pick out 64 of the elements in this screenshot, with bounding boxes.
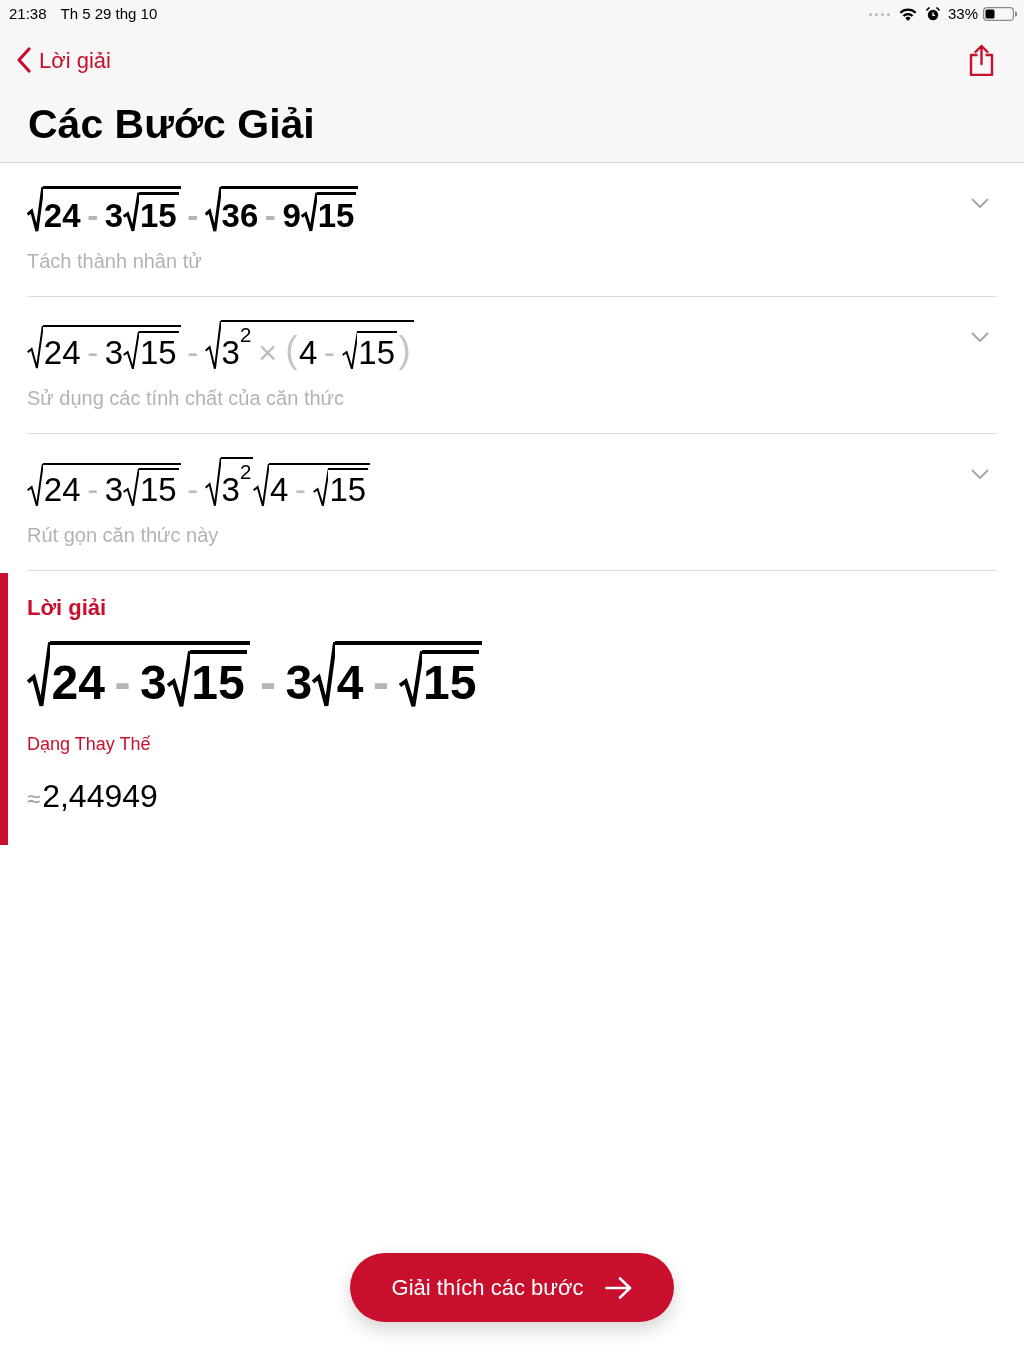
step-description: Tách thành nhân tử	[27, 248, 202, 273]
operator-sign: -	[187, 335, 199, 369]
math-term: 15	[329, 473, 367, 507]
share-icon[interactable]	[969, 44, 994, 76]
math-term: 15	[358, 335, 396, 369]
explain-steps-button[interactable]: Giải thích các bước	[350, 1253, 674, 1322]
operator-sign: -	[295, 473, 306, 507]
operator-sign: -	[259, 658, 276, 707]
status-time: 21:38	[9, 3, 47, 24]
parenthesis: )	[398, 331, 411, 369]
math-term: 24	[43, 335, 81, 369]
math-term: 3	[104, 335, 124, 369]
signal-dots-icon	[868, 12, 890, 16]
operator-sign: -	[187, 473, 199, 507]
operator-sign: -	[187, 198, 199, 232]
math-term: 15	[139, 198, 177, 232]
operator-sign: -	[264, 198, 276, 232]
math-term: 15	[423, 658, 477, 707]
chevron-down-icon[interactable]	[971, 331, 989, 343]
status-date: Th 5 29 thg 10	[60, 3, 158, 24]
math-term: 3	[140, 658, 167, 707]
chevron-down-icon[interactable]	[971, 468, 989, 480]
wifi-icon	[898, 7, 917, 21]
battery-icon	[983, 7, 1017, 21]
step-description: Sử dụng các tính chất của căn thức	[27, 385, 344, 410]
section-label: Lời giải	[27, 595, 107, 622]
arrow-right-icon	[605, 1276, 633, 1299]
exponent: 2	[239, 462, 252, 486]
operator-sign: -	[323, 335, 335, 369]
math-term: 15	[139, 335, 177, 369]
alternate-form-label: Dạng Thay Thế	[27, 732, 151, 755]
math-term: 4	[336, 658, 364, 707]
math-term: 3	[104, 198, 124, 232]
exponent: 2	[239, 324, 252, 348]
math-term: 3	[285, 658, 313, 707]
math-term: 3	[221, 473, 240, 507]
math-term: 15	[191, 658, 245, 707]
math-term: 24	[51, 658, 105, 707]
math-term: 3	[104, 473, 124, 507]
operator-sign: ×	[257, 335, 278, 369]
step-description: Rút gọn căn thức này	[27, 523, 219, 548]
operator-sign: -	[87, 198, 99, 232]
math-term: 9	[282, 198, 301, 232]
back-button[interactable]: Lời giải	[16, 43, 111, 77]
math-term: 24	[43, 198, 81, 232]
parenthesis: (	[285, 331, 298, 369]
approx-value: 2,44949	[42, 776, 158, 815]
operator-sign: -	[373, 658, 389, 707]
chevron-left-icon	[16, 47, 31, 73]
math-term: 3	[221, 335, 240, 369]
math-term: 36	[221, 198, 259, 232]
page-title: Các Bước Giải	[27, 100, 316, 149]
alarm-clock-icon	[925, 7, 940, 21]
operator-sign: -	[87, 335, 99, 369]
battery-percent: 33%	[947, 3, 978, 24]
math-term: 4	[299, 335, 318, 369]
math-term: 24	[43, 473, 81, 507]
math-term: 15	[317, 198, 355, 232]
math-term: 4	[270, 473, 289, 507]
math-term: 15	[139, 473, 177, 507]
approx-sign: ≈	[27, 783, 41, 814]
operator-sign: -	[87, 473, 99, 507]
operator-sign: -	[114, 658, 131, 707]
chevron-down-icon[interactable]	[971, 198, 989, 209]
